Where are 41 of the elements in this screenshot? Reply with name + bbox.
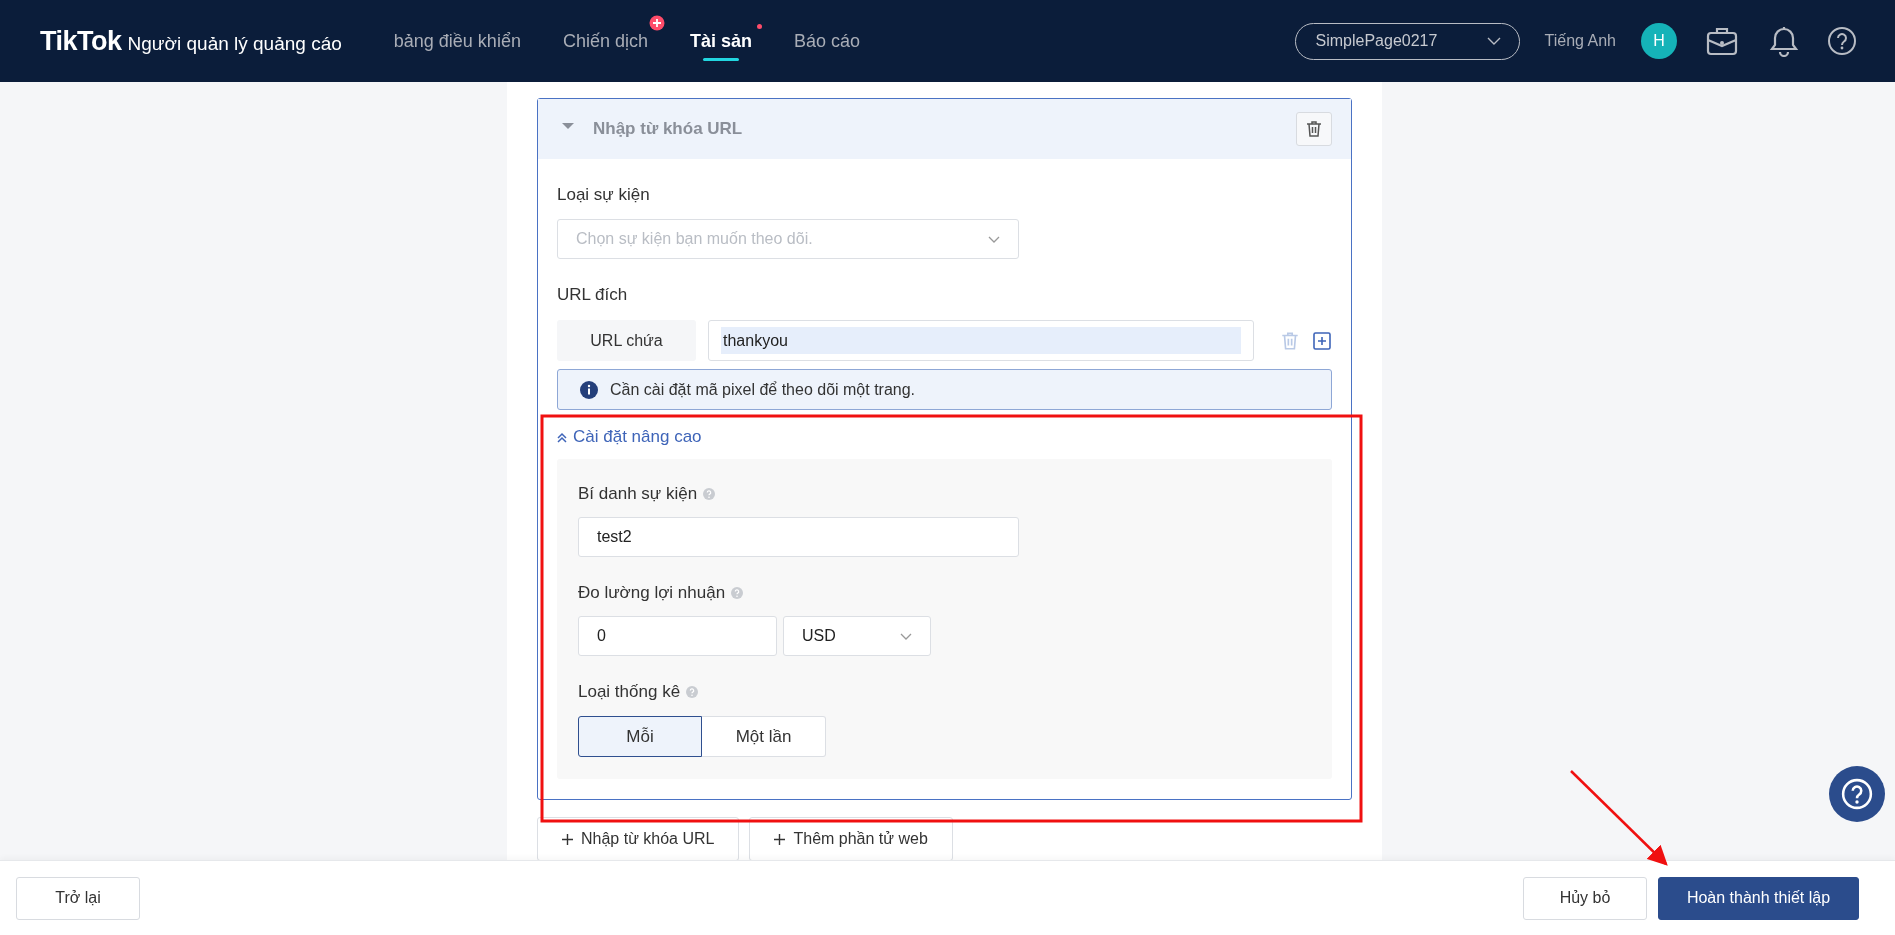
info-text: Cần cài đặt mã pixel để theo dõi một trang.	[610, 380, 916, 399]
back-button[interactable]: Trở lại	[16, 876, 140, 920]
chevron-down-icon	[900, 632, 912, 640]
add-square-icon[interactable]	[1313, 331, 1331, 350]
app-subtitle: Người quản lý quảng cáo	[127, 32, 342, 55]
plus-icon	[774, 833, 786, 845]
chevron-down-icon	[988, 235, 1000, 243]
revenue-input-field[interactable]: 0	[578, 616, 777, 656]
floating-help-button[interactable]	[1829, 766, 1885, 822]
nav-tab[interactable]: bảng điều khiển	[393, 0, 521, 82]
logo-wordmark: TikTok	[40, 25, 122, 57]
delete-button[interactable]	[1296, 112, 1332, 146]
field-label: Loại thống kê	[578, 682, 681, 702]
finish-setup-button[interactable]: Hoàn thành thiết lập	[1658, 876, 1859, 920]
language-link[interactable]: Tiếng Anh	[1544, 32, 1616, 50]
segment-option[interactable]: Một lần	[702, 716, 826, 757]
field-label: Đo lường lợi nhuận	[578, 583, 726, 603]
nav-tab[interactable]: Tài sản	[689, 0, 752, 82]
chevron-down-icon	[1486, 37, 1501, 45]
trash-icon	[1304, 119, 1324, 139]
advanced-settings-toggle[interactable]: Cài đặt nâng cao	[557, 427, 702, 447]
url-input-field[interactable]: thankyou	[708, 320, 1254, 361]
field-label: Loại sự kiện	[557, 185, 651, 205]
plus-icon	[562, 833, 573, 845]
currency-select[interactable]: USD	[783, 616, 931, 656]
info-icon	[580, 380, 598, 399]
notification-bell-icon[interactable]	[1767, 25, 1801, 57]
nav-tab[interactable]: Chiến dịch	[562, 0, 648, 82]
alias-input-field[interactable]: test2	[578, 517, 1019, 557]
field-label: URL đích	[557, 285, 629, 305]
nav-tab[interactable]: Báo cáo	[794, 0, 861, 82]
help-icon	[1841, 778, 1873, 810]
briefcase-icon[interactable]	[1705, 25, 1739, 57]
cancel-button[interactable]: Hủy bỏ	[1523, 876, 1647, 920]
help-icon[interactable]	[1827, 26, 1857, 56]
url-condition-label: URL chứa	[557, 320, 696, 361]
add-button[interactable]: Nhập từ khóa URL	[537, 817, 740, 860]
add-button[interactable]: Thêm phần tử web	[749, 817, 953, 860]
field-label: Bí danh sự kiện	[578, 484, 698, 504]
segment-option[interactable]: Mỗi	[578, 716, 702, 757]
card-title: Nhập từ khóa URL	[593, 119, 743, 139]
